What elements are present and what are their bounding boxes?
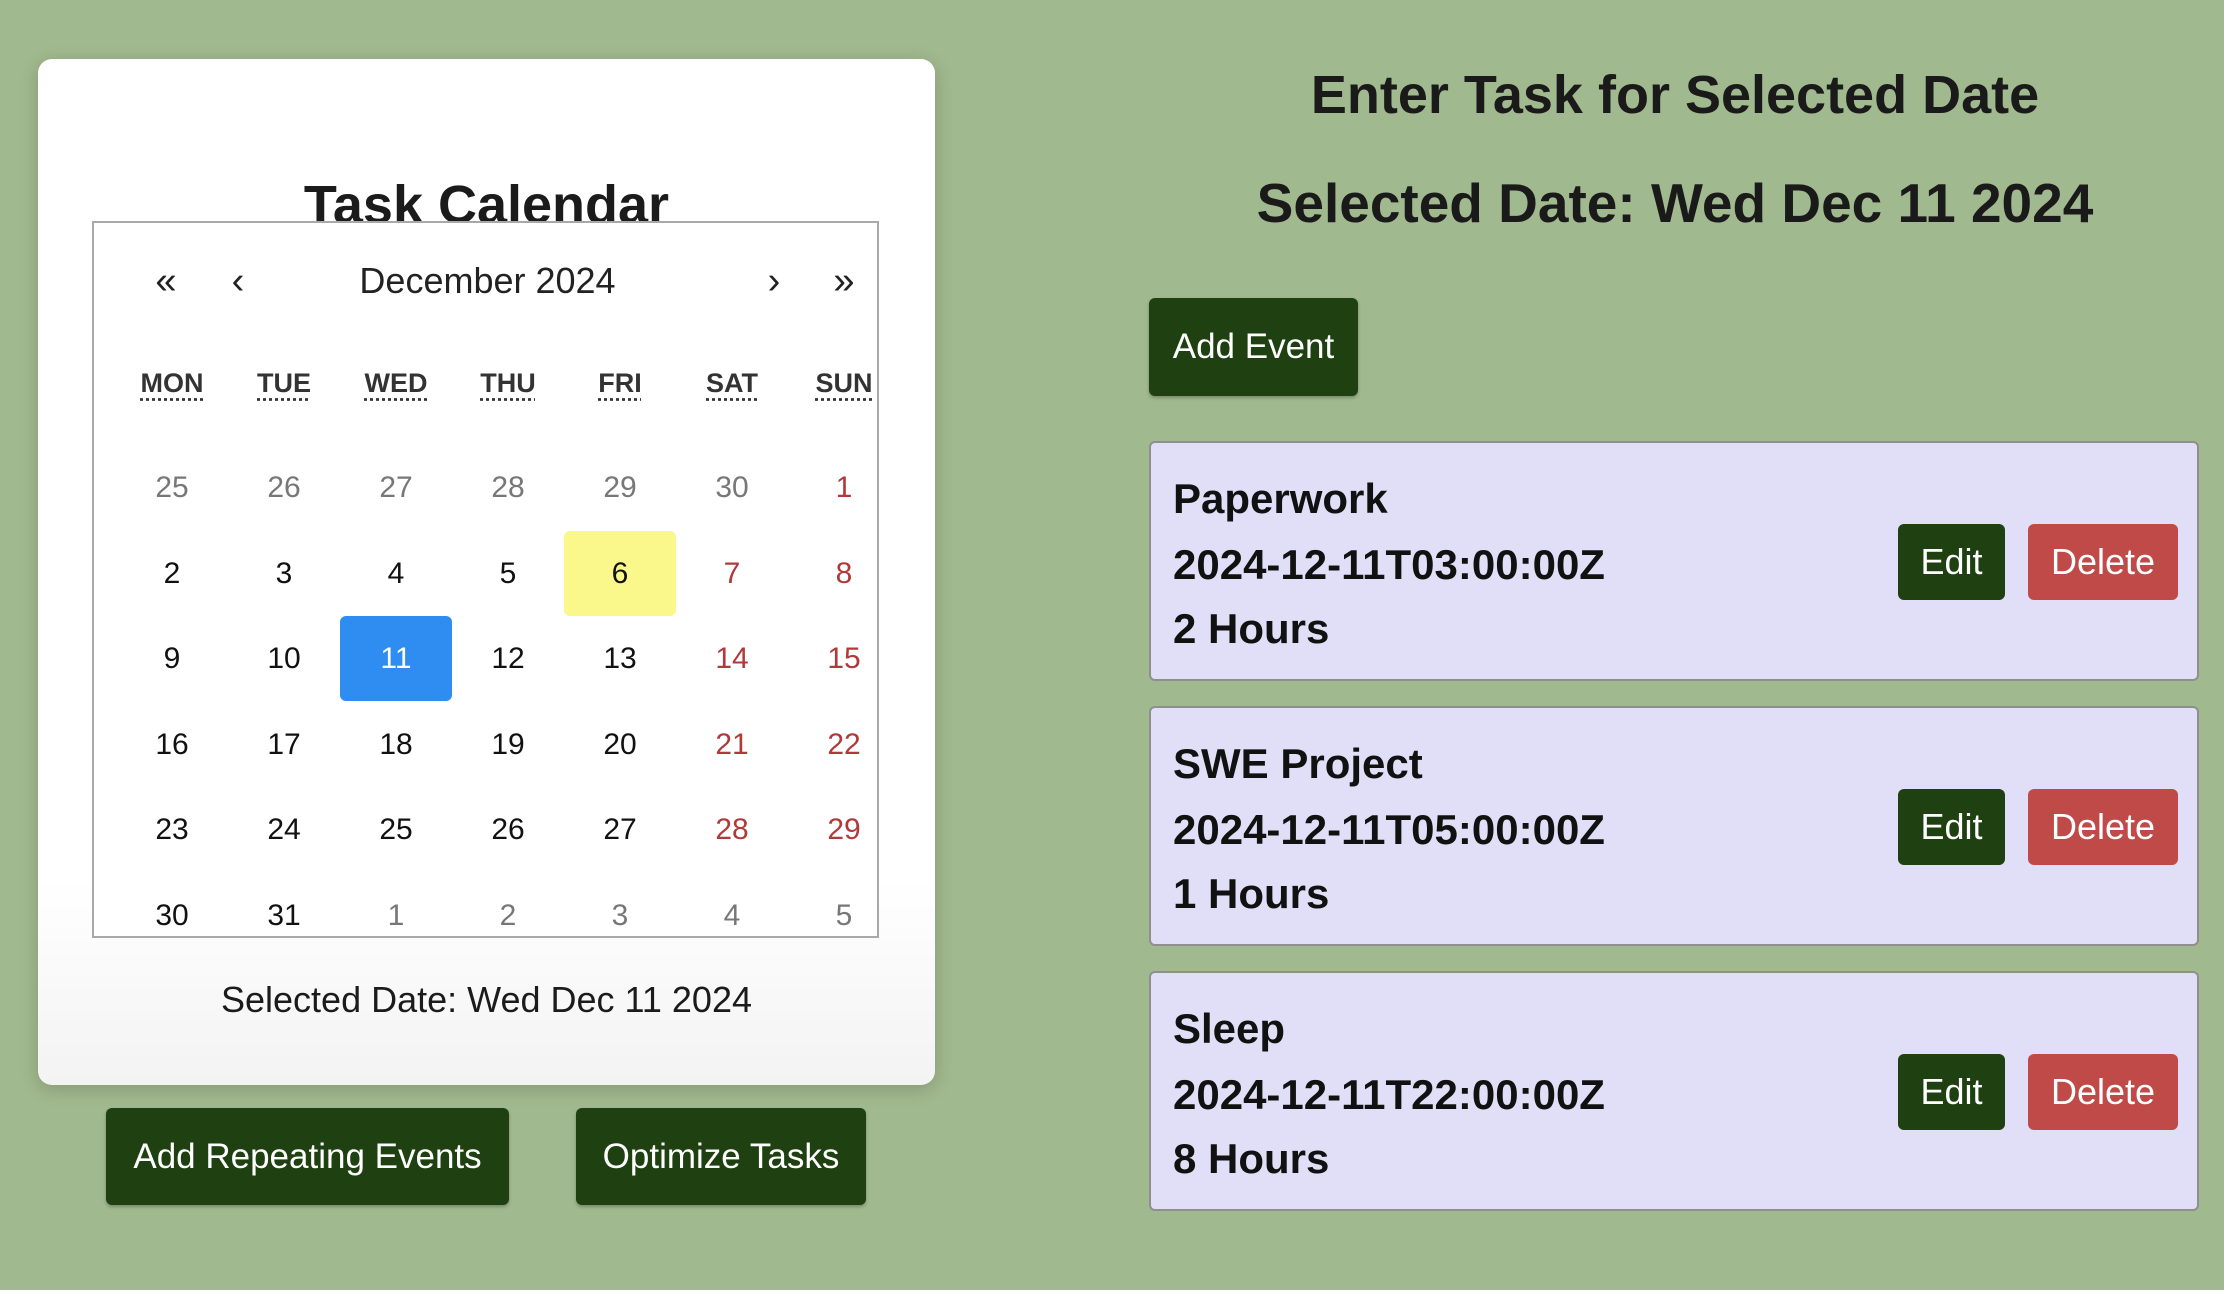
calendar-day[interactable]: 9 <box>116 616 228 701</box>
calendar-day[interactable]: 28 <box>452 445 564 530</box>
delete-button[interactable]: Delete <box>2028 1054 2178 1130</box>
calendar-day[interactable]: 23 <box>116 787 228 872</box>
calendar-day[interactable]: 25 <box>340 787 452 872</box>
next-month-button[interactable]: › <box>734 251 814 311</box>
task-card: Paperwork 2024-12-11T03:00:00Z 2 Hours Edit… <box>1149 441 2199 681</box>
task-card: Sleep 2024-12-11T22:00:00Z 8 Hours Edit Dele… <box>1149 971 2199 1211</box>
task-entry-heading: Enter Task for Selected Date <box>1310 65 2040 125</box>
task-datetime: 2024-12-11T03:00:00Z <box>1173 541 1605 588</box>
task-datetime: 2024-12-11T05:00:00Z <box>1173 806 1605 853</box>
calendar-day[interactable]: 15 <box>788 616 900 701</box>
selected-date-heading: Selected Date: Wed Dec 11 2024 <box>1256 172 2094 234</box>
calendar-day[interactable]: 30 <box>676 445 788 530</box>
task-duration: 1 Hours <box>1173 870 1330 917</box>
add-event-button[interactable]: Add Event <box>1149 298 1358 396</box>
calendar-day[interactable]: 27 <box>340 445 452 530</box>
calendar-day[interactable]: 4 <box>676 873 788 958</box>
calendar-day[interactable]: 14 <box>676 616 788 701</box>
calendar-day[interactable]: 27 <box>564 787 676 872</box>
calendar-day[interactable]: 19 <box>452 702 564 787</box>
month-label[interactable]: December 2024 <box>254 251 721 311</box>
calendar-day[interactable]: 29 <box>564 445 676 530</box>
calendar-day[interactable]: 25 <box>116 445 228 530</box>
calendar-day[interactable]: 2 <box>116 531 228 616</box>
calendar-day[interactable]: 24 <box>228 787 340 872</box>
calendar-day[interactable]: 17 <box>228 702 340 787</box>
calendar-day[interactable]: 20 <box>564 702 676 787</box>
weekday-fri: FRI <box>598 368 642 398</box>
weekday-mon: MON <box>140 368 204 398</box>
calendar-days-grid: 25 26 27 28 29 30 1 2 3 4 5 6 7 8 9 10 11 12 13 14 15 16 17 18 1… <box>116 445 898 945</box>
calendar-day[interactable]: 5 <box>788 873 900 958</box>
calendar-day[interactable]: 16 <box>116 702 228 787</box>
calendar-day[interactable]: 29 <box>788 787 900 872</box>
task-card: SWE Project 2024-12-11T05:00:00Z 1 Hours Ed… <box>1149 706 2199 946</box>
calendar-day[interactable]: 22 <box>788 702 900 787</box>
edit-button[interactable]: Edit <box>1898 789 2005 865</box>
next-year-button[interactable]: » <box>804 251 884 311</box>
task-duration: 8 Hours <box>1173 1135 1330 1182</box>
optimize-tasks-button[interactable]: Optimize Tasks <box>576 1108 866 1205</box>
calendar-day[interactable]: 12 <box>452 616 564 701</box>
calendar-day-today[interactable]: 6 <box>564 530 676 616</box>
weekday-sat: SAT <box>706 368 758 398</box>
calendar-day[interactable]: 21 <box>676 702 788 787</box>
calendar-day[interactable]: 28 <box>676 787 788 872</box>
calendar-day[interactable]: 2 <box>452 873 564 958</box>
calendar-day[interactable]: 5 <box>452 531 564 616</box>
task-duration: 2 Hours <box>1173 605 1330 652</box>
task-name: Sleep <box>1173 1005 1286 1052</box>
calendar-day-selected[interactable]: 11 <box>340 616 452 701</box>
calendar-day[interactable]: 3 <box>228 531 340 616</box>
calendar-day[interactable]: 1 <box>340 873 452 958</box>
calendar-day[interactable]: 30 <box>116 873 228 958</box>
edit-button[interactable]: Edit <box>1898 524 2005 600</box>
weekday-header: MON TUE WED THU FRI SAT SUN <box>116 368 898 418</box>
calendar-navigation: « ‹ December 2024 › » <box>94 251 877 311</box>
task-name: Paperwork <box>1173 475 1388 522</box>
calendar-day[interactable]: 1 <box>788 445 900 530</box>
app-root: Task Calendar « ‹ December 2024 › » MON T… <box>0 0 2224 1290</box>
calendar-widget: « ‹ December 2024 › » MON TUE WED THU FRI SAT… <box>92 221 879 938</box>
calendar-day[interactable]: 10 <box>228 616 340 701</box>
weekday-wed: WED <box>364 368 428 398</box>
edit-button[interactable]: Edit <box>1898 1054 2005 1130</box>
calendar-day[interactable]: 26 <box>452 787 564 872</box>
calendar-day[interactable]: 18 <box>340 702 452 787</box>
selected-date-label: Selected Date: Wed Dec 11 2024 <box>221 979 752 1020</box>
calendar-day[interactable]: 3 <box>564 873 676 958</box>
calendar-day[interactable]: 7 <box>676 531 788 616</box>
delete-button[interactable]: Delete <box>2028 789 2178 865</box>
task-name: SWE Project <box>1173 740 1423 787</box>
task-datetime: 2024-12-11T22:00:00Z <box>1173 1071 1605 1118</box>
calendar-day[interactable]: 8 <box>788 531 900 616</box>
prev-year-button[interactable]: « <box>126 251 206 311</box>
calendar-day[interactable]: 4 <box>340 531 452 616</box>
weekday-tue: TUE <box>257 368 311 398</box>
calendar-card: Task Calendar « ‹ December 2024 › » MON T… <box>38 59 935 1085</box>
weekday-thu: THU <box>480 368 536 398</box>
weekday-sun: SUN <box>815 368 873 398</box>
calendar-day[interactable]: 13 <box>564 616 676 701</box>
calendar-day[interactable]: 31 <box>228 873 340 958</box>
add-repeating-events-button[interactable]: Add Repeating Events <box>106 1108 509 1205</box>
calendar-day[interactable]: 26 <box>228 445 340 530</box>
delete-button[interactable]: Delete <box>2028 524 2178 600</box>
